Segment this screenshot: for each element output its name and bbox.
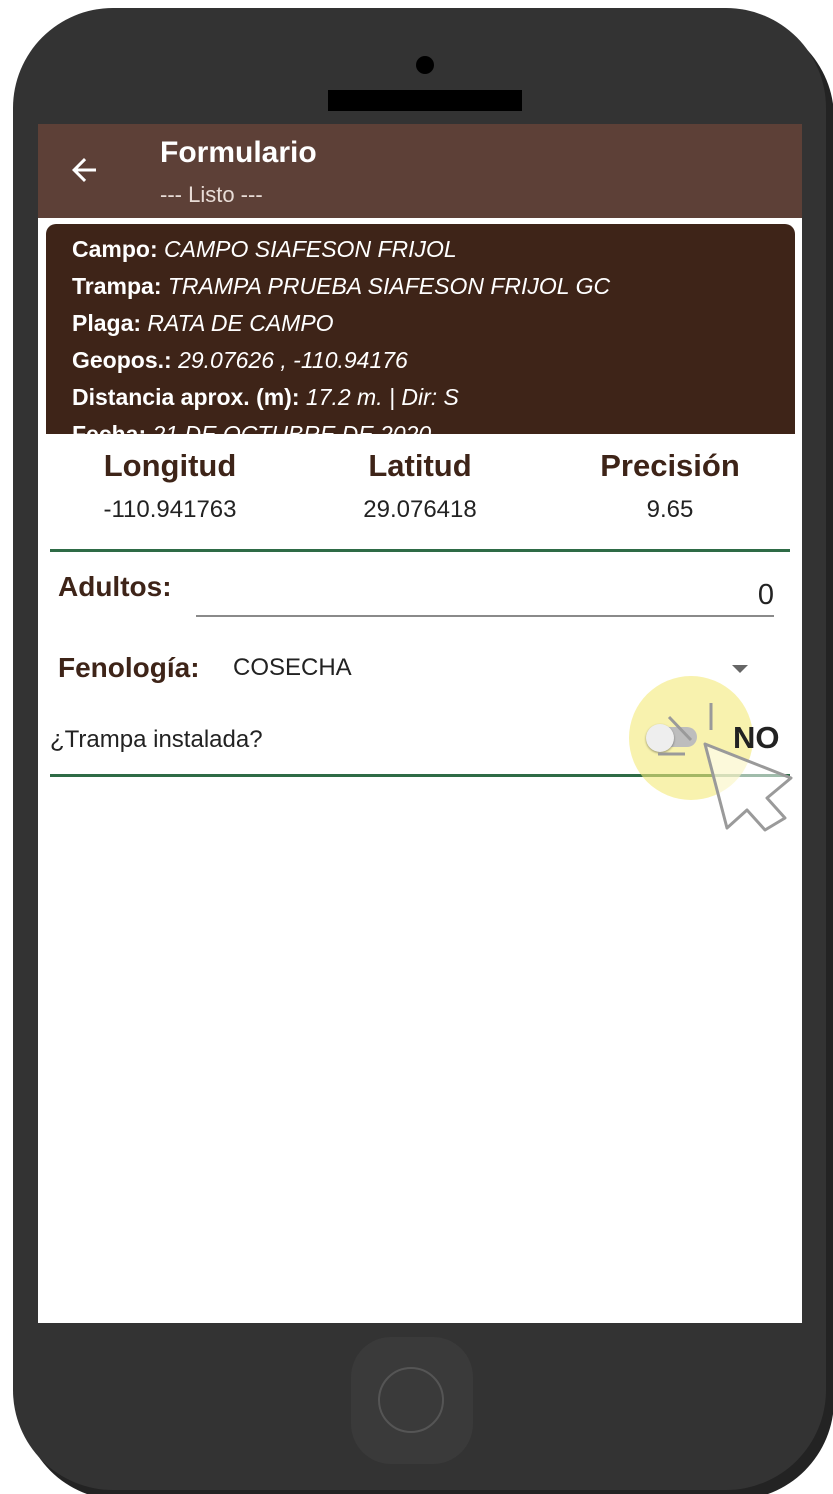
geopos-label: Geopos.: [72, 347, 172, 373]
page-subtitle: --- Listo --- [160, 182, 263, 207]
fecha-label: Fecha: [72, 421, 147, 434]
pointer-cursor-icon [658, 703, 793, 832]
home-button-ring-icon [378, 1367, 444, 1433]
info-distancia: Distancia aprox. (m): 17.2 m. | Dir: S [72, 384, 459, 411]
precision-column: Precisión 9.65 [550, 448, 790, 524]
fenologia-label: Fenología: [58, 652, 200, 683]
app-bar: Formulario --- Listo --- [38, 124, 802, 218]
plaga-value: RATA DE CAMPO [147, 310, 334, 336]
precision-value: 9.65 [646, 496, 694, 523]
plaga-label: Plaga: [72, 310, 142, 336]
info-plaga: Plaga: RATA DE CAMPO [72, 310, 334, 337]
latitud-header: Latitud [368, 448, 472, 483]
adultos-label: Adultos: [58, 571, 172, 602]
info-campo: Campo: CAMPO SIAFESON FRIJOL [72, 236, 457, 263]
adultos-input[interactable]: 0 [196, 563, 774, 617]
trampa-instalada-label: ¿Trampa instalada? [50, 726, 263, 753]
distancia-value: 17.2 m. | Dir: S [305, 384, 459, 410]
front-camera [416, 56, 434, 74]
longitud-header: Longitud [103, 448, 237, 483]
precision-header: Precisión [600, 448, 740, 483]
trap-info-card: Campo: CAMPO SIAFESON FRIJOL Trampa: TRA… [46, 224, 795, 434]
distancia-label: Distancia aprox. (m): [72, 384, 300, 410]
info-trampa: Trampa: TRAMPA PRUEBA SIAFESON FRIJOL GC [72, 273, 610, 300]
info-geopos: Geopos.: 29.07626 , -110.94176 [72, 347, 408, 374]
trampa-label: Trampa: [72, 273, 162, 299]
geopos-value: 29.07626 , -110.94176 [178, 347, 408, 373]
info-fecha: Fecha: 21 DE OCTUBRE DE 2020 [72, 421, 431, 434]
coordinates-panel: Longitud -110.941763 Latitud 29.076418 P… [50, 434, 790, 552]
latitud-column: Latitud 29.076418 [300, 448, 540, 524]
latitud-value: 29.076418 [363, 496, 477, 523]
earpiece-speaker [328, 90, 522, 111]
page-title: Formulario [160, 136, 317, 169]
back-arrow-icon[interactable] [66, 152, 102, 188]
dropdown-arrow-icon[interactable] [732, 665, 748, 673]
trampa-value: TRAMPA PRUEBA SIAFESON FRIJOL GC [167, 273, 611, 299]
adultos-row: Adultos: 0 [50, 549, 790, 629]
fenologia-select[interactable]: COSECHA [233, 654, 352, 682]
campo-value: CAMPO SIAFESON FRIJOL [164, 236, 457, 262]
longitud-value: -110.941763 [103, 496, 237, 523]
longitud-column: Longitud -110.941763 [50, 448, 290, 524]
fecha-value: 21 DE OCTUBRE DE 2020 [152, 421, 432, 434]
campo-label: Campo: [72, 236, 158, 262]
